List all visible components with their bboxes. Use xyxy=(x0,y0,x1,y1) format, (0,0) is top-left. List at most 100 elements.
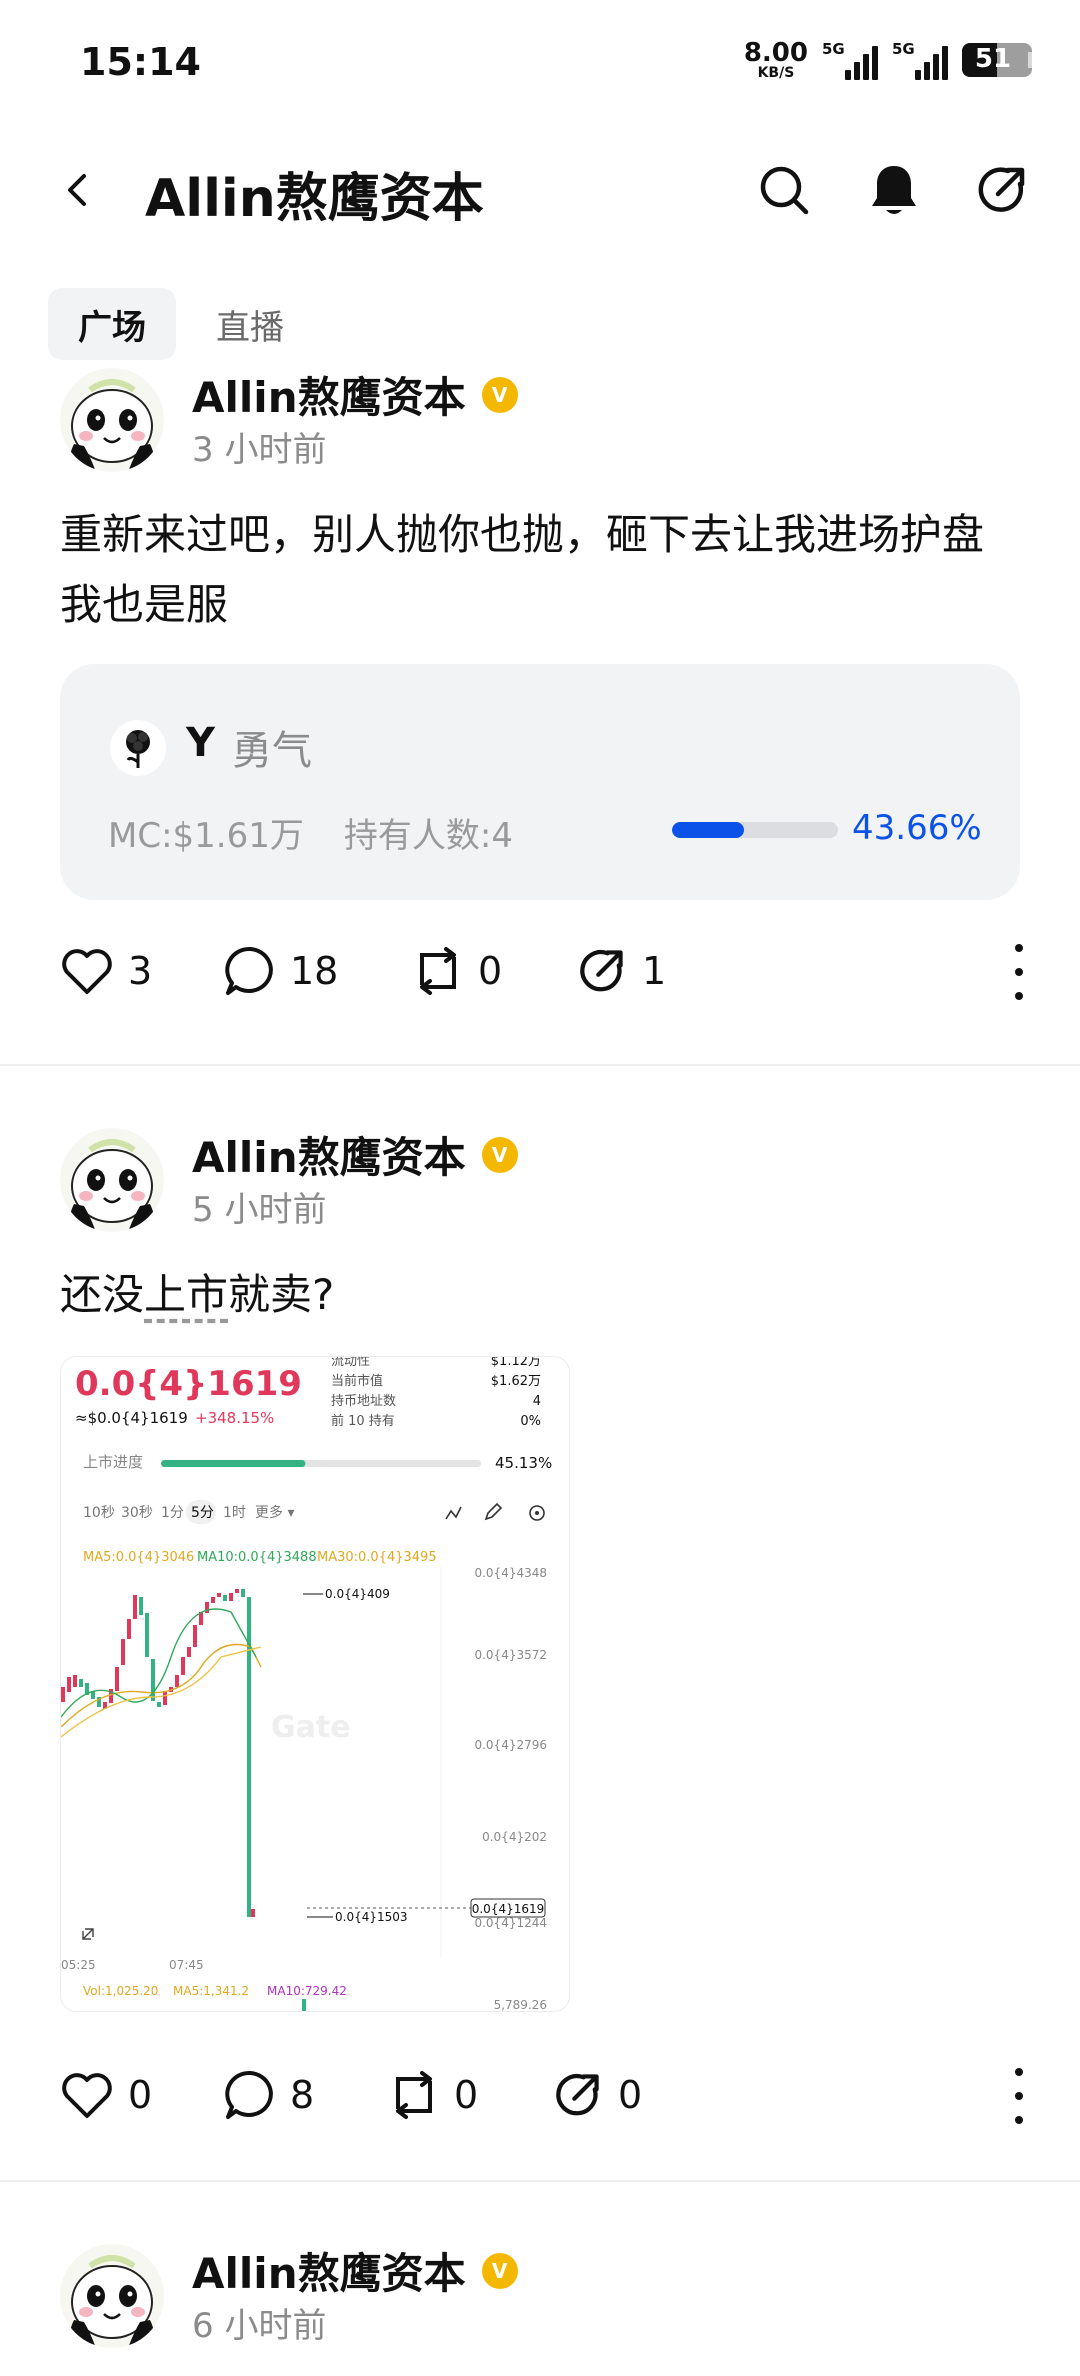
token-progress-value: 43.66% xyxy=(852,808,982,848)
notification-button[interactable] xyxy=(866,162,922,218)
y-axis-label: 0.0{4}4348 xyxy=(474,1566,547,1580)
comment-icon xyxy=(225,946,273,995)
candle xyxy=(193,1625,197,1647)
candle xyxy=(121,1639,125,1665)
candle xyxy=(157,1702,161,1707)
chart-screenshot[interactable]: 0.0{4}1619 ≈$0.0{4}1619 +348.15% 流动性 $1.… xyxy=(60,1356,570,2012)
y-axis-label: 0.0{4}202 xyxy=(482,1830,547,1844)
avatar[interactable] xyxy=(60,1128,164,1232)
back-button[interactable] xyxy=(50,162,106,218)
token-market-cap: MC:$1.61万 xyxy=(108,816,304,856)
panda-avatar-icon xyxy=(60,1128,164,1232)
search-icon xyxy=(760,166,809,215)
ma10-label: MA10:0.0{4}3488 xyxy=(197,1550,317,1565)
like-count: 0 xyxy=(128,2073,153,2117)
x-label-1: 07:45 xyxy=(169,1958,204,1972)
current-price-label: 0.0{4}1619 xyxy=(472,1902,545,1916)
vol-max-label: 5,789.26 xyxy=(494,1998,547,2012)
share-button[interactable] xyxy=(974,162,1030,218)
author-row: Allin熬鹰资本 V xyxy=(192,1124,518,1185)
like-button[interactable]: 3 xyxy=(60,936,152,1006)
candle xyxy=(187,1647,191,1657)
vol-ma10-label: MA10:729.42 xyxy=(267,1984,347,1998)
stat-value-2: 4 xyxy=(533,1394,541,1409)
stat-value-1: $1.62万 xyxy=(491,1374,541,1389)
repost-icon xyxy=(420,947,456,995)
network-speed: 8.00 KB/S xyxy=(744,40,808,80)
chevron-left-icon xyxy=(68,174,86,206)
candle xyxy=(229,1593,233,1601)
share-icon xyxy=(556,2074,599,2116)
candle xyxy=(115,1667,119,1691)
token-symbol: Y xyxy=(186,720,215,766)
interval-tab: 10秒 xyxy=(83,1505,115,1521)
page-title: Allin熬鹰资本 xyxy=(145,169,484,229)
y-axis-label: 0.0{4}2796 xyxy=(474,1738,547,1752)
post-text-after: 就卖? xyxy=(228,1270,335,1319)
interval-tab: 更多 ▾ xyxy=(255,1504,294,1521)
comment-button[interactable]: 8 xyxy=(224,2060,314,2130)
comment-icon xyxy=(225,2070,273,2119)
author-name[interactable]: Allin熬鹰资本 xyxy=(192,2240,466,2301)
watermark: Gate xyxy=(271,1710,351,1745)
share-post-button[interactable]: 1 xyxy=(576,936,666,1006)
more-options-button[interactable] xyxy=(1004,944,1034,1000)
candle xyxy=(61,1687,65,1702)
more-options-button[interactable] xyxy=(1004,2068,1034,2124)
post-actions: 0 8 0 0 xyxy=(0,2060,1080,2130)
stat-value-0: $1.12万 xyxy=(491,1357,541,1369)
tab-live[interactable]: 直播 xyxy=(186,288,314,360)
tab-square[interactable]: 广场 xyxy=(48,288,176,360)
candle xyxy=(79,1679,83,1687)
author-name[interactable]: Allin熬鹰资本 xyxy=(192,1124,466,1185)
post-time: 3 小时前 xyxy=(192,430,327,470)
speed-unit: KB/S xyxy=(757,65,795,81)
repost-button[interactable]: 0 xyxy=(412,936,502,1006)
token-logo-icon xyxy=(110,720,166,776)
avatar[interactable] xyxy=(60,2244,164,2348)
network-type: 5G xyxy=(822,40,845,58)
heart-icon xyxy=(62,949,112,994)
candle xyxy=(211,1597,215,1603)
comment-button[interactable]: 18 xyxy=(224,936,338,1006)
listing-value: 45.13% xyxy=(495,1454,552,1472)
token-card[interactable]: Y 勇气 MC:$1.61万 持有人数:4 43.66% xyxy=(60,664,1020,900)
author-name[interactable]: Allin熬鹰资本 xyxy=(192,364,466,425)
search-button[interactable] xyxy=(756,162,812,218)
candle xyxy=(217,1593,221,1597)
page-header: Allin熬鹰资本 xyxy=(0,140,1080,240)
share-post-button[interactable]: 0 xyxy=(552,2060,642,2130)
candle xyxy=(181,1657,185,1675)
candle xyxy=(73,1675,77,1687)
x-label-0: 05:25 xyxy=(61,1958,96,1972)
repost-button[interactable]: 0 xyxy=(388,2060,478,2130)
candle xyxy=(241,1589,245,1597)
author-row: Allin熬鹰资本 V xyxy=(192,364,518,425)
bell-icon xyxy=(872,166,916,214)
chart-change: +348.15% xyxy=(195,1409,274,1427)
expand-icon xyxy=(82,1928,94,1940)
chart-price: 0.0{4}1619 xyxy=(75,1364,302,1404)
listing-fill xyxy=(161,1460,306,1467)
listing-label: 上市进度 xyxy=(83,1453,143,1471)
author-row: Allin熬鹰资本 V xyxy=(192,2240,518,2301)
interval-tab: 1分 xyxy=(161,1505,184,1521)
comment-count: 18 xyxy=(290,949,339,993)
post-time: 5 小时前 xyxy=(192,1190,327,1230)
heart-icon xyxy=(62,2073,112,2118)
token-progress-bar xyxy=(672,822,838,838)
like-button[interactable]: 0 xyxy=(60,2060,152,2130)
interval-tabs: 10秒 30秒 1分 5分 1时 更多 ▾ xyxy=(83,1500,294,1524)
status-bar: 15:14 8.00 KB/S 5G 5G 51 xyxy=(0,0,1080,120)
stat-label-1: 当前市值 xyxy=(331,1373,383,1389)
stat-label-0: 流动性 xyxy=(331,1357,370,1369)
post-text-link[interactable]: 上市 xyxy=(144,1270,228,1319)
candle xyxy=(67,1677,71,1692)
volume-bar xyxy=(302,1999,306,2011)
status-time: 15:14 xyxy=(80,40,201,84)
share-icon xyxy=(580,950,623,992)
share-count: 0 xyxy=(618,2073,643,2117)
interval-tab: 1时 xyxy=(223,1505,246,1521)
chart-tool-icons xyxy=(445,1502,545,1521)
avatar[interactable] xyxy=(60,368,164,472)
